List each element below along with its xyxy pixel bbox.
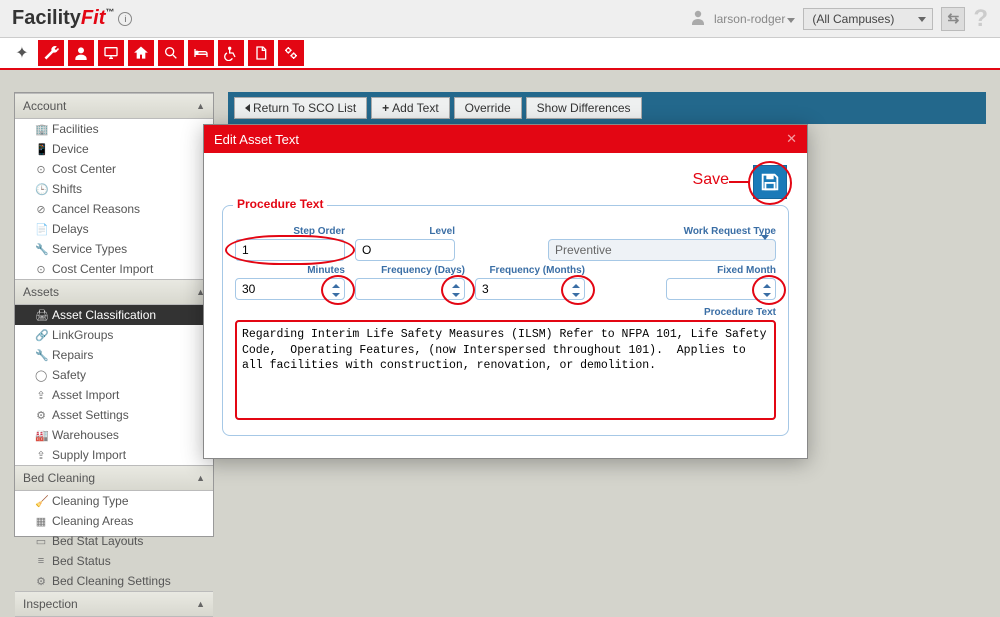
sidebar-item-asset-import[interactable]: ⇪Asset Import xyxy=(15,385,213,405)
app-logo: FacilityFit™ xyxy=(12,7,114,30)
sidebar-item-supply-import[interactable]: ⇪Supply Import xyxy=(15,445,213,465)
user-icon xyxy=(690,9,706,28)
sidebar-item-facilities[interactable]: 🏢Facilities xyxy=(15,119,213,139)
action-bar: Return To SCO List +Add Text Override Sh… xyxy=(228,92,986,124)
freq-months-label: Frequency (Months) xyxy=(475,265,585,276)
main-toolbar: ✦ xyxy=(0,38,1000,70)
monitor-icon[interactable] xyxy=(98,40,124,66)
gears-icon[interactable] xyxy=(278,40,304,66)
sidebar-item-safety[interactable]: ◯Safety xyxy=(15,365,213,385)
people-icon[interactable]: ⇆ xyxy=(941,7,965,31)
sidebar-item-bed-stat-layouts[interactable]: ▭Bed Stat Layouts xyxy=(15,531,213,551)
wand-icon[interactable]: ✦ xyxy=(10,41,34,65)
work-request-type-label: Work Request Type xyxy=(548,226,776,237)
procedure-text-panel: Procedure Text Step Order Level Work Req… xyxy=(222,205,789,436)
procedure-text-textarea[interactable] xyxy=(235,320,776,420)
sidebar-item-shifts[interactable]: 🕒Shifts xyxy=(15,179,213,199)
sidebar-item-cost-center-import[interactable]: ⊙Cost Center Import xyxy=(15,259,213,279)
sidebar: Account▲ 🏢Facilities 📱Device ⊙Cost Cente… xyxy=(14,92,214,537)
sidebar-item-warehouses[interactable]: 🏭Warehouses xyxy=(15,425,213,445)
freq-days-up[interactable] xyxy=(449,281,463,290)
sidebar-section-bed-cleaning[interactable]: Bed Cleaning▲ xyxy=(15,465,213,491)
search-icon[interactable] xyxy=(158,40,184,66)
sidebar-item-repairs[interactable]: 🔧Repairs xyxy=(15,345,213,365)
wrench-icon[interactable] xyxy=(38,40,64,66)
sidebar-item-cancel-reasons[interactable]: ⊘Cancel Reasons xyxy=(15,199,213,219)
bed-icon[interactable] xyxy=(188,40,214,66)
dialog-title-bar: Edit Asset Text ✕ xyxy=(204,125,807,153)
minutes-up[interactable] xyxy=(329,281,343,290)
sidebar-item-delays[interactable]: 📄Delays xyxy=(15,219,213,239)
top-header: FacilityFit™ i larson-rodger (All Campus… xyxy=(0,0,1000,38)
username-label[interactable]: larson-rodger xyxy=(714,12,795,26)
sidebar-item-asset-settings[interactable]: ⚙Asset Settings xyxy=(15,405,213,425)
step-order-label: Step Order xyxy=(235,226,345,237)
close-icon[interactable]: ✕ xyxy=(786,131,797,147)
sidebar-section-inspection[interactable]: Inspection▲ xyxy=(15,591,213,617)
home-icon[interactable] xyxy=(128,40,154,66)
sidebar-item-bed-cleaning-settings[interactable]: ⚙Bed Cleaning Settings xyxy=(15,571,213,591)
edit-asset-text-dialog: Edit Asset Text ✕ Save Procedure Text St… xyxy=(203,124,808,459)
work-request-type-select[interactable]: Preventive xyxy=(548,239,776,261)
sidebar-item-cost-center[interactable]: ⊙Cost Center xyxy=(15,159,213,179)
add-text-button[interactable]: +Add Text xyxy=(371,97,450,119)
freq-months-down[interactable] xyxy=(569,290,583,299)
procedure-text-label: Procedure Text xyxy=(704,307,776,318)
sidebar-item-service-types[interactable]: 🔧Service Types xyxy=(15,239,213,259)
campus-selector[interactable]: (All Campuses) xyxy=(803,8,933,30)
override-button[interactable]: Override xyxy=(454,97,522,119)
sidebar-item-device[interactable]: 📱Device xyxy=(15,139,213,159)
sidebar-item-cleaning-areas[interactable]: ▦Cleaning Areas xyxy=(15,511,213,531)
step-order-input[interactable] xyxy=(235,239,345,261)
freq-days-down[interactable] xyxy=(449,290,463,299)
sidebar-item-linkgroups[interactable]: 🔗LinkGroups xyxy=(15,325,213,345)
sidebar-section-assets[interactable]: Assets▲ xyxy=(15,279,213,305)
sidebar-item-asset-classification[interactable]: 🖨Asset Classification xyxy=(15,305,213,325)
wheelchair-icon[interactable] xyxy=(218,40,244,66)
sidebar-section-account[interactable]: Account▲ xyxy=(15,93,213,119)
level-label: Level xyxy=(355,226,455,237)
save-button[interactable] xyxy=(753,165,787,199)
fixed-month-down[interactable] xyxy=(760,290,774,299)
fixed-month-up[interactable] xyxy=(760,281,774,290)
show-differences-button[interactable]: Show Differences xyxy=(526,97,642,119)
save-hint-line xyxy=(729,181,749,183)
freq-days-label: Frequency (Days) xyxy=(355,265,465,276)
info-icon[interactable]: i xyxy=(118,12,132,26)
minutes-label: Minutes xyxy=(235,265,345,276)
sidebar-item-bed-status[interactable]: ≡Bed Status xyxy=(15,551,213,571)
freq-months-up[interactable] xyxy=(569,281,583,290)
level-input[interactable] xyxy=(355,239,455,261)
return-to-sco-button[interactable]: Return To SCO List xyxy=(234,97,367,119)
sidebar-item-cleaning-type[interactable]: 🧹Cleaning Type xyxy=(15,491,213,511)
help-icon[interactable]: ? xyxy=(973,5,988,33)
save-hint-label: Save xyxy=(693,171,729,189)
minutes-down[interactable] xyxy=(329,290,343,299)
floppy-disk-icon xyxy=(759,171,781,193)
panel-legend: Procedure Text xyxy=(233,197,327,211)
document-icon[interactable] xyxy=(248,40,274,66)
person-icon[interactable] xyxy=(68,40,94,66)
dialog-title: Edit Asset Text xyxy=(214,132,299,147)
fixed-month-label: Fixed Month xyxy=(666,265,776,276)
